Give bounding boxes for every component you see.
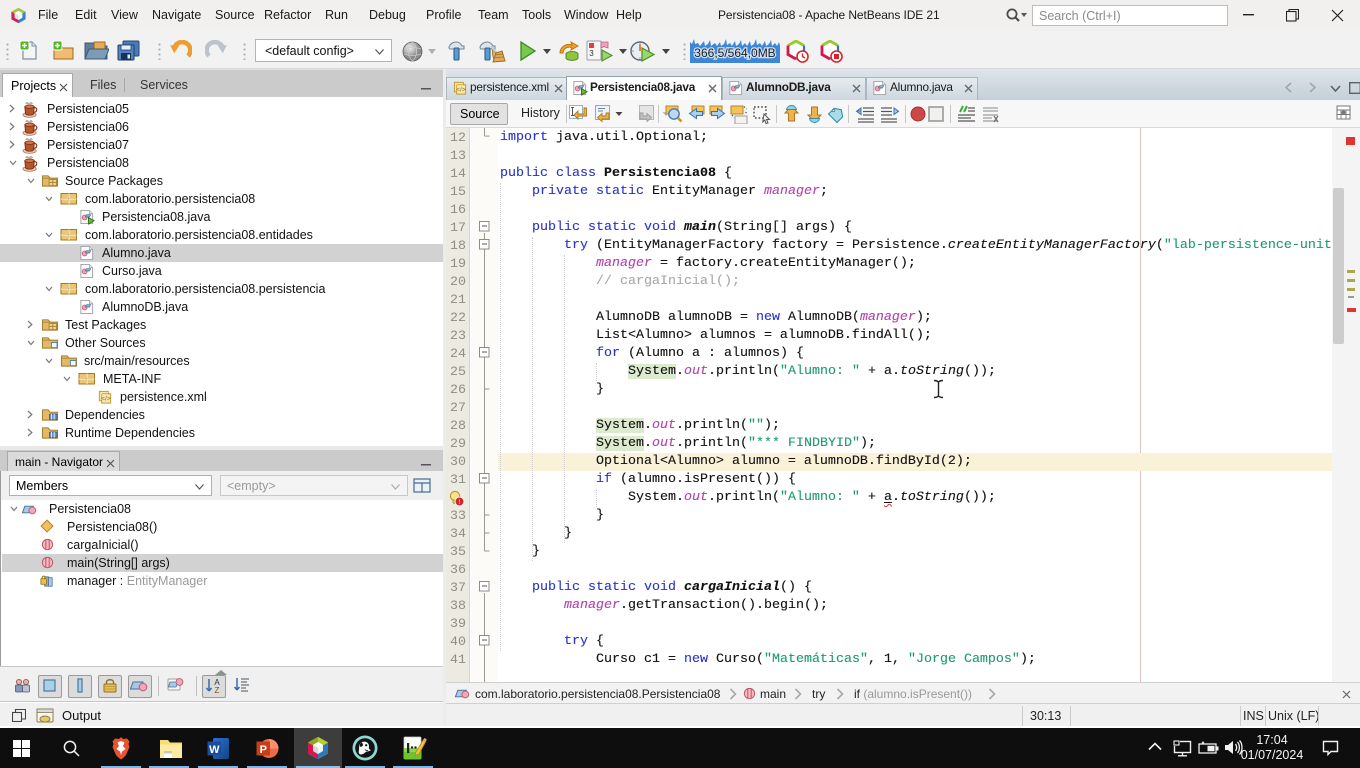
- svg-text:3: 3: [589, 49, 594, 58]
- svg-text:</>: </>: [456, 86, 466, 93]
- svg-text:Z: Z: [215, 686, 220, 695]
- svg-text:</>: </>: [101, 395, 111, 402]
- svg-text:!: !: [459, 499, 461, 506]
- svg-text:366,5/564,0MB: 366,5/564,0MB: [694, 46, 775, 60]
- svg-text:P: P: [260, 744, 267, 756]
- svg-text:W: W: [209, 744, 220, 756]
